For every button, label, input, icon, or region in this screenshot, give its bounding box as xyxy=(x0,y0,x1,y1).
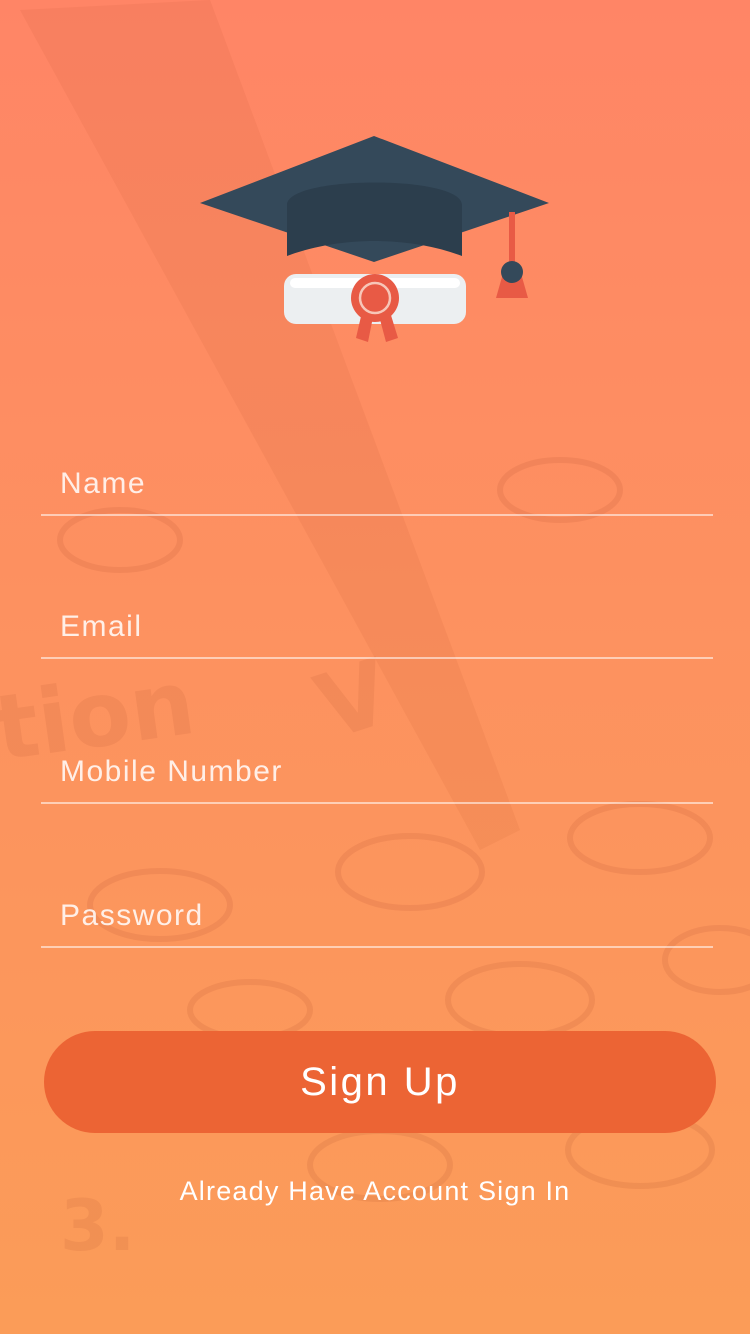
graduation-cap-logo xyxy=(200,136,549,342)
name-field[interactable] xyxy=(41,434,713,516)
sign-up-button[interactable]: Sign Up xyxy=(44,1031,716,1133)
email-input[interactable] xyxy=(41,597,713,657)
mobile-number-input[interactable] xyxy=(41,742,713,802)
email-field[interactable] xyxy=(41,577,713,659)
password-field[interactable] xyxy=(41,866,713,948)
sign-in-link[interactable]: Already Have Account Sign In xyxy=(0,1176,750,1207)
graduation-cap-icon xyxy=(200,136,549,298)
password-input[interactable] xyxy=(41,886,713,946)
diploma-icon xyxy=(284,274,466,342)
mobile-number-field[interactable] xyxy=(41,722,713,804)
name-input[interactable] xyxy=(41,454,713,514)
